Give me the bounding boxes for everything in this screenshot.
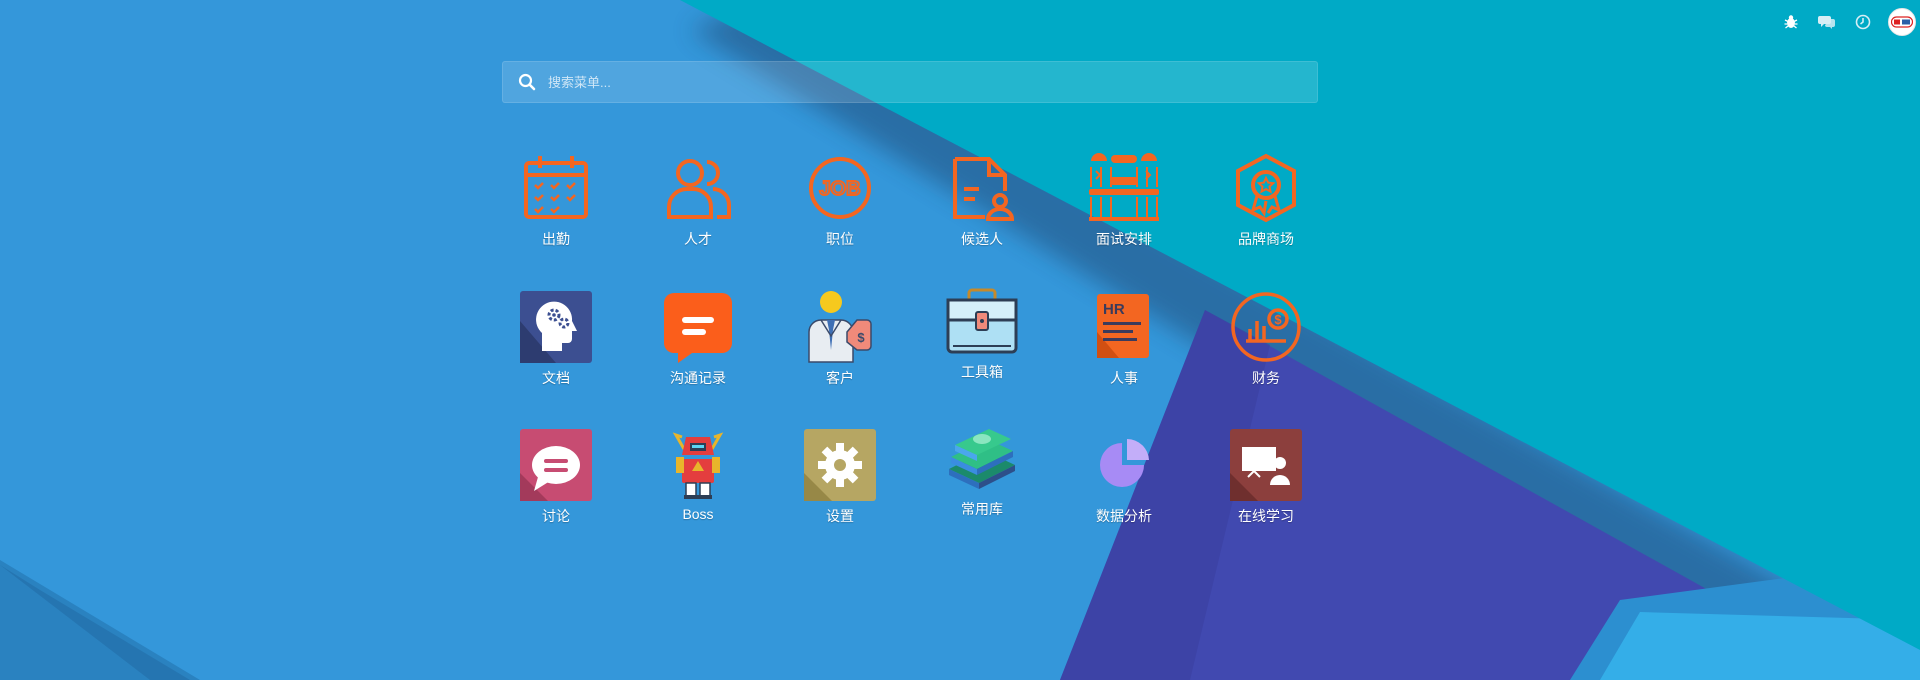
job-icon: JOB	[803, 151, 877, 225]
svg-text:HR: HR	[1103, 301, 1125, 318]
app-candidate[interactable]: 候选人	[922, 151, 1042, 261]
message-bubble-icon	[661, 290, 735, 364]
app-label: 讨论	[542, 508, 570, 524]
app-data-analysis[interactable]: 数据分析	[1064, 428, 1184, 538]
app-toolbox[interactable]: 工具箱	[922, 284, 1042, 394]
user-avatar[interactable]	[1888, 8, 1916, 36]
app-label: 沟通记录	[670, 370, 726, 386]
books-icon	[945, 421, 1019, 495]
finance-chart-icon: $	[1229, 290, 1303, 364]
svg-text:$: $	[857, 330, 865, 345]
app-settings[interactable]: 设置	[780, 428, 900, 538]
app-library[interactable]: 常用库	[922, 421, 1042, 531]
search-icon	[516, 71, 538, 93]
app-label: 面试安排	[1096, 231, 1152, 247]
app-label: Boss	[682, 506, 714, 522]
menu-search-bar[interactable]	[502, 61, 1318, 103]
settings-gear-icon	[803, 428, 877, 502]
hr-document-icon: HR	[1087, 290, 1161, 364]
brain-gear-icon	[519, 290, 593, 364]
app-label: 人事	[1110, 370, 1138, 386]
brand-badge-icon	[1229, 151, 1303, 225]
customer-icon: $	[803, 290, 877, 364]
candidate-document-icon	[945, 151, 1019, 225]
app-interview[interactable]: 面试安排	[1064, 151, 1184, 261]
interview-schedule-icon	[1087, 151, 1161, 225]
users-icon	[661, 151, 735, 225]
top-toolbar	[1780, 8, 1916, 36]
app-label: 数据分析	[1096, 508, 1152, 524]
app-finance[interactable]: $ 财务	[1206, 290, 1326, 400]
app-discussion[interactable]: 讨论	[496, 428, 616, 538]
app-customer[interactable]: $ 客户	[780, 290, 900, 400]
app-label: 常用库	[961, 501, 1003, 517]
app-communication[interactable]: 沟通记录	[638, 290, 758, 400]
calendar-icon	[519, 151, 593, 225]
robot-boss-icon	[661, 428, 735, 502]
online-learning-icon	[1229, 428, 1303, 502]
pie-chart-icon	[1087, 428, 1161, 502]
discussion-icon	[519, 428, 593, 502]
app-label: 在线学习	[1238, 508, 1294, 524]
chat-icon[interactable]	[1816, 11, 1838, 33]
app-label: 品牌商场	[1238, 231, 1294, 247]
app-label: 人才	[684, 231, 712, 247]
search-input[interactable]	[546, 61, 1317, 103]
app-brand-mall[interactable]: 品牌商场	[1206, 151, 1326, 261]
toolbox-icon	[945, 284, 1019, 358]
app-boss[interactable]: Boss	[638, 428, 758, 538]
app-personnel[interactable]: HR 人事	[1064, 290, 1184, 400]
app-label: 候选人	[961, 231, 1003, 247]
app-label: 财务	[1252, 370, 1280, 386]
svg-text:$: $	[1274, 312, 1282, 327]
svg-text:JOB: JOB	[819, 178, 860, 200]
app-label: 文档	[542, 370, 570, 386]
app-online-learning[interactable]: 在线学习	[1206, 428, 1326, 538]
app-label: 客户	[826, 370, 854, 386]
app-docs[interactable]: 文档	[496, 290, 616, 400]
bug-icon[interactable]	[1780, 11, 1802, 33]
app-job[interactable]: JOB 职位	[780, 151, 900, 261]
app-label: 设置	[826, 508, 854, 524]
app-label: 出勤	[542, 231, 570, 247]
app-label: 职位	[826, 231, 854, 247]
app-label: 工具箱	[961, 364, 1003, 380]
clock-icon[interactable]	[1852, 11, 1874, 33]
app-talent[interactable]: 人才	[638, 151, 758, 261]
app-attendance[interactable]: 出勤	[496, 151, 616, 261]
